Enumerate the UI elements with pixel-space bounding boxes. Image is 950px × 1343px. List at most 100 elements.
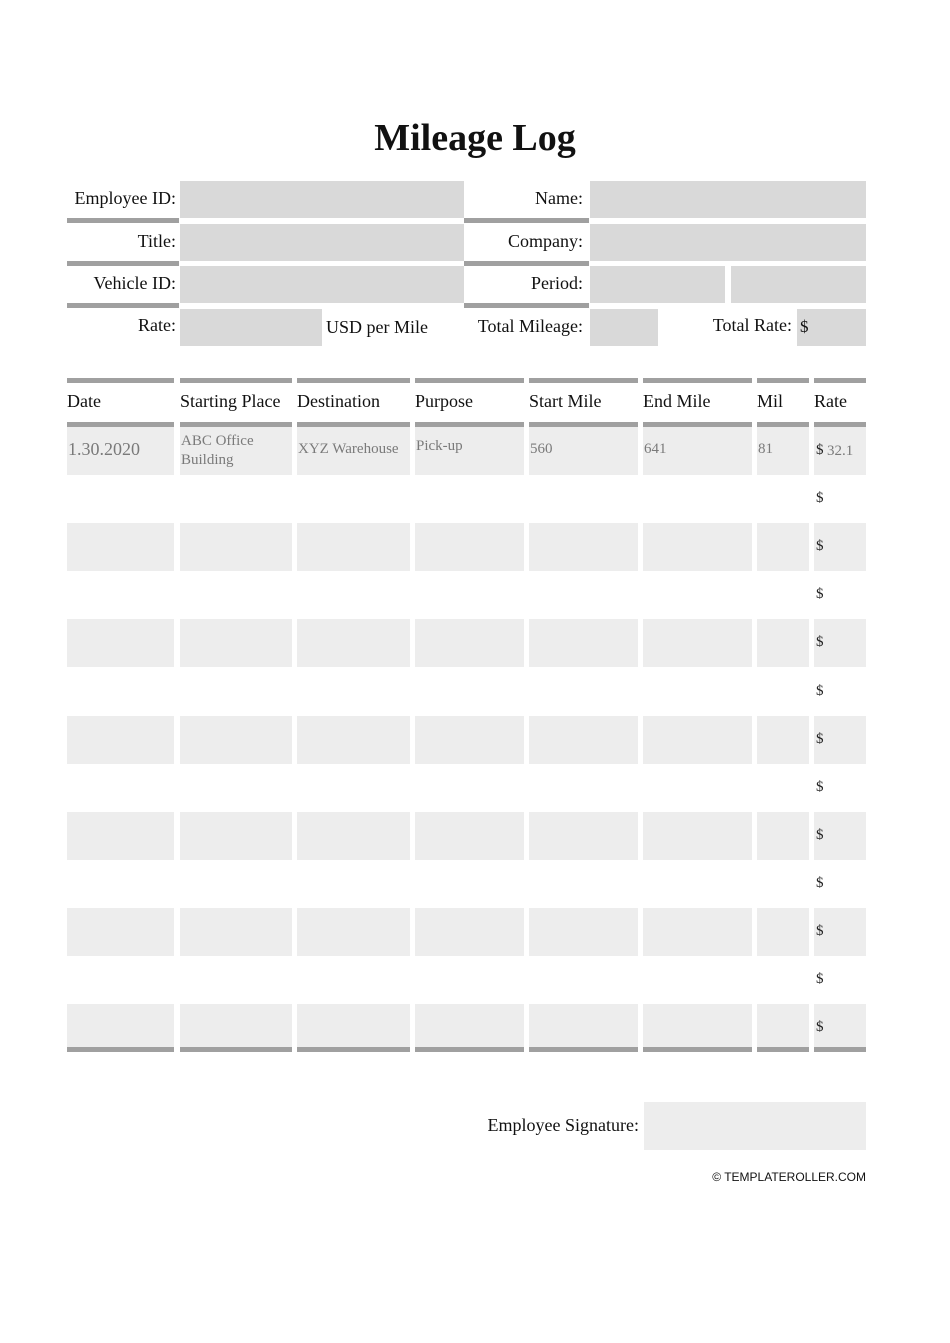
- table-cell-starting-place[interactable]: [180, 908, 292, 956]
- table-cell-miles[interactable]: [757, 1004, 809, 1052]
- table-cell-purpose[interactable]: [415, 571, 524, 619]
- table-cell-date[interactable]: [67, 716, 174, 764]
- table-cell-end-mile[interactable]: [643, 475, 752, 523]
- table-cell-start-mile[interactable]: [529, 1004, 638, 1052]
- table-cell-start-mile[interactable]: [529, 764, 638, 812]
- table-cell-destination[interactable]: XYZ Warehouse: [297, 427, 410, 475]
- table-cell-miles[interactable]: [757, 619, 809, 667]
- table-cell-start-mile[interactable]: [529, 571, 638, 619]
- table-cell-start-mile[interactable]: [529, 475, 638, 523]
- table-cell-date[interactable]: [67, 619, 174, 667]
- table-cell-rate[interactable]: $: [814, 1004, 866, 1052]
- rate-field[interactable]: [180, 309, 322, 346]
- table-cell-purpose[interactable]: [415, 764, 524, 812]
- table-cell-end-mile[interactable]: [643, 860, 752, 908]
- table-cell-starting-place[interactable]: [180, 716, 292, 764]
- table-cell-rate[interactable]: $: [814, 908, 866, 956]
- table-cell-date[interactable]: [67, 523, 174, 571]
- table-cell-destination[interactable]: [297, 571, 410, 619]
- table-cell-purpose[interactable]: [415, 619, 524, 667]
- table-cell-purpose[interactable]: [415, 475, 524, 523]
- table-cell-end-mile[interactable]: [643, 812, 752, 860]
- table-cell-start-mile[interactable]: [529, 523, 638, 571]
- table-cell-date[interactable]: [67, 1004, 174, 1052]
- table-cell-start-mile[interactable]: [529, 860, 638, 908]
- period-end-field[interactable]: [731, 266, 866, 303]
- table-cell-end-mile[interactable]: 641: [643, 427, 752, 475]
- table-cell-date[interactable]: [67, 908, 174, 956]
- name-field[interactable]: [590, 181, 866, 218]
- table-cell-destination[interactable]: [297, 908, 410, 956]
- table-cell-starting-place[interactable]: [180, 668, 292, 716]
- table-cell-destination[interactable]: [297, 1004, 410, 1052]
- table-cell-purpose[interactable]: [415, 716, 524, 764]
- table-cell-miles[interactable]: [757, 908, 809, 956]
- table-cell-start-mile[interactable]: 560: [529, 427, 638, 475]
- table-cell-end-mile[interactable]: [643, 1004, 752, 1052]
- table-cell-miles[interactable]: [757, 860, 809, 908]
- table-cell-destination[interactable]: [297, 956, 410, 1004]
- table-cell-starting-place[interactable]: [180, 1004, 292, 1052]
- table-cell-rate[interactable]: $: [814, 764, 866, 812]
- vehicle-id-field[interactable]: [180, 266, 464, 303]
- table-cell-start-mile[interactable]: [529, 716, 638, 764]
- table-cell-purpose[interactable]: [415, 1004, 524, 1052]
- table-cell-date[interactable]: [67, 812, 174, 860]
- table-cell-destination[interactable]: [297, 523, 410, 571]
- table-cell-destination[interactable]: [297, 716, 410, 764]
- table-cell-purpose[interactable]: [415, 812, 524, 860]
- table-cell-starting-place[interactable]: [180, 475, 292, 523]
- table-cell-purpose[interactable]: [415, 668, 524, 716]
- total-mileage-field[interactable]: [590, 309, 658, 346]
- table-cell-destination[interactable]: [297, 475, 410, 523]
- table-cell-start-mile[interactable]: [529, 668, 638, 716]
- table-cell-miles[interactable]: [757, 764, 809, 812]
- table-cell-starting-place[interactable]: [180, 571, 292, 619]
- table-cell-end-mile[interactable]: [643, 668, 752, 716]
- table-cell-rate[interactable]: $: [814, 956, 866, 1004]
- signature-field[interactable]: [644, 1102, 866, 1150]
- table-cell-destination[interactable]: [297, 860, 410, 908]
- table-cell-end-mile[interactable]: [643, 908, 752, 956]
- table-cell-rate[interactable]: $: [814, 523, 866, 571]
- table-cell-miles[interactable]: [757, 716, 809, 764]
- table-cell-start-mile[interactable]: [529, 908, 638, 956]
- company-field[interactable]: [590, 224, 866, 261]
- table-cell-starting-place[interactable]: ABC Office Building: [180, 427, 292, 475]
- table-cell-starting-place[interactable]: [180, 956, 292, 1004]
- table-cell-date[interactable]: [67, 764, 174, 812]
- table-cell-miles[interactable]: [757, 475, 809, 523]
- title-field[interactable]: [180, 224, 464, 261]
- table-cell-date[interactable]: 1.30.2020: [67, 427, 174, 475]
- table-cell-destination[interactable]: [297, 812, 410, 860]
- table-cell-start-mile[interactable]: [529, 812, 638, 860]
- total-rate-field[interactable]: $: [797, 309, 866, 346]
- table-cell-date[interactable]: [67, 475, 174, 523]
- table-cell-date[interactable]: [67, 860, 174, 908]
- table-cell-rate[interactable]: $: [814, 812, 866, 860]
- table-cell-start-mile[interactable]: [529, 619, 638, 667]
- table-cell-rate[interactable]: $: [814, 860, 866, 908]
- table-cell-rate[interactable]: $: [814, 668, 866, 716]
- table-cell-end-mile[interactable]: [643, 619, 752, 667]
- table-cell-starting-place[interactable]: [180, 523, 292, 571]
- table-cell-destination[interactable]: [297, 668, 410, 716]
- table-cell-starting-place[interactable]: [180, 812, 292, 860]
- table-cell-miles[interactable]: [757, 956, 809, 1004]
- table-cell-end-mile[interactable]: [643, 716, 752, 764]
- table-cell-start-mile[interactable]: [529, 956, 638, 1004]
- table-cell-rate[interactable]: $32.1: [814, 427, 866, 475]
- table-cell-rate[interactable]: $: [814, 571, 866, 619]
- table-cell-purpose[interactable]: [415, 523, 524, 571]
- table-cell-end-mile[interactable]: [643, 764, 752, 812]
- table-cell-destination[interactable]: [297, 764, 410, 812]
- table-cell-miles[interactable]: [757, 812, 809, 860]
- table-cell-rate[interactable]: $: [814, 619, 866, 667]
- table-cell-date[interactable]: [67, 956, 174, 1004]
- table-cell-date[interactable]: [67, 571, 174, 619]
- table-cell-purpose[interactable]: Pick-up: [415, 427, 524, 475]
- employee-id-field[interactable]: [180, 181, 464, 218]
- table-cell-miles[interactable]: 81: [757, 427, 809, 475]
- table-cell-purpose[interactable]: [415, 956, 524, 1004]
- table-cell-miles[interactable]: [757, 571, 809, 619]
